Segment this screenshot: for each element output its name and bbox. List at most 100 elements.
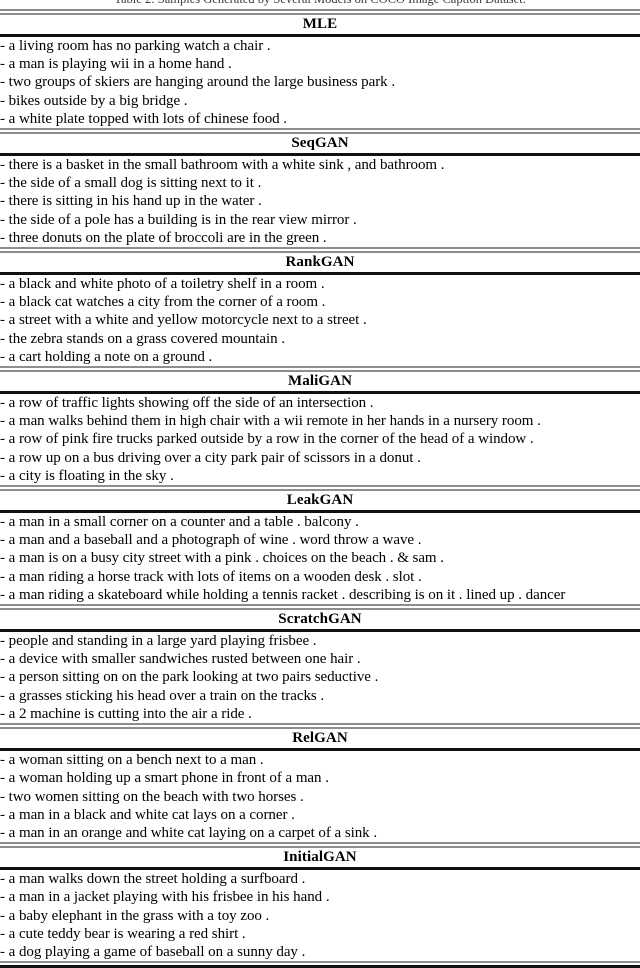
sample-text: - a woman sitting on a bench next to a m… [0,752,264,769]
sample-row: - a man in a black and white cat lays on… [0,806,640,824]
sample-row: - a woman sitting on a bench next to a m… [0,751,640,769]
sample-text: - a city is floating in the sky . [0,467,174,484]
sample-row: - there is a basket in the small bathroo… [0,156,640,174]
sample-text: - a row of pink fire trucks parked outsi… [0,431,534,448]
sample-text: - a man and a baseball and a photograph … [0,532,422,549]
section-header-initialgan: InitialGAN [283,849,357,866]
sample-row: - a baby elephant in the grass with a to… [0,907,640,925]
section-header-row: MLE [0,15,640,34]
sample-row: - a city is floating in the sky . [0,467,640,485]
section-header-mle: MLE [302,16,338,32]
sample-row: - a man in a jacket playing with his fri… [0,888,640,906]
sample-row: - a row of traffic lights showing off th… [0,394,640,412]
sample-row: - a man walks down the street holding a … [0,870,640,888]
sample-text: - a man in a jacket playing with his fri… [0,889,330,906]
section-header-row: MaliGAN [0,372,640,391]
sample-text: - a white plate topped with lots of chin… [0,110,288,127]
sample-text: - bikes outside by a big bridge . [0,92,188,109]
sample-row: - a cart holding a note on a ground . [0,348,640,366]
sample-text: - a row of traffic lights showing off th… [0,395,374,412]
sample-row: - a living room has no parking watch a c… [0,37,640,55]
sample-text: - a cute teddy bear is wearing a red shi… [0,925,246,942]
sample-row: - the side of a small dog is sitting nex… [0,174,640,192]
sample-text: - a man is playing wii in a home hand . [0,56,232,73]
sample-text: - the side of a pole has a building is i… [0,211,357,228]
sample-row: - a man is on a busy city street with a … [0,549,640,567]
sample-row: - a woman holding up a smart phone in fr… [0,769,640,787]
sample-text: - the side of a small dog is sitting nex… [0,175,262,192]
sample-row: - a man in a small corner on a counter a… [0,513,640,531]
section-header-row: LeakGAN [0,491,640,510]
sample-row: - a man riding a horse track with lots o… [0,568,640,586]
sample-text: - people and standing in a large yard pl… [0,633,317,650]
sample-row: - two groups of skiers are hanging aroun… [0,73,640,91]
sample-row: - a man is playing wii in a home hand . [0,55,640,73]
table-caption-container: Table 2: Samples Generated by Several Mo… [0,0,640,9]
sample-row: - three donuts on the plate of broccoli … [0,229,640,247]
sample-row: - a street with a white and yellow motor… [0,311,640,329]
sample-text: - a living room has no parking watch a c… [0,38,271,54]
section-header-row: InitialGAN [0,848,640,867]
sample-row: - a grasses sticking his head over a tra… [0,687,640,705]
sample-text: - a black cat watches a city from the co… [0,294,326,311]
sample-text: - a person sitting on on the park lookin… [0,669,379,686]
sample-row: - a row up on a bus driving over a city … [0,449,640,467]
sample-row: - a 2 machine is cutting into the air a … [0,705,640,723]
section-header-row: ScratchGAN [0,610,640,629]
sample-text: - a dog playing a game of baseball on a … [0,943,306,960]
sample-row: - a row of pink fire trucks parked outsi… [0,430,640,448]
sample-row: - a man in an orange and white cat layin… [0,824,640,842]
sample-row: - a person sitting on on the park lookin… [0,668,640,686]
sample-row: - a man riding a skateboard while holdin… [0,586,640,604]
sample-row: - a man and a baseball and a photograph … [0,531,640,549]
sample-row: - there is sitting in his hand up in the… [0,192,640,210]
sample-text: - a woman holding up a smart phone in fr… [0,770,329,787]
table-caption: Table 2: Samples Generated by Several Mo… [0,0,640,7]
sample-text: - there is a basket in the small bathroo… [0,157,445,174]
sample-text: - a device with smaller sandwiches ruste… [0,651,361,668]
sample-text: - two groups of skiers are hanging aroun… [0,74,396,91]
sample-row: - the side of a pole has a building is i… [0,211,640,229]
sample-row: - people and standing in a large yard pl… [0,632,640,650]
section-header-seqgan: SeqGAN [291,135,349,152]
section-header-rankgan: RankGAN [285,254,355,271]
sample-text: - a street with a white and yellow motor… [0,312,367,329]
sample-row: - a cute teddy bear is wearing a red shi… [0,925,640,943]
sample-row: - two women sitting on the beach with tw… [0,788,640,806]
sample-text: - a man riding a horse track with lots o… [0,568,422,585]
section-header-relgan: RelGAN [292,730,348,747]
sample-text: - a black and white photo of a toiletry … [0,276,325,293]
sample-row: - a dog playing a game of baseball on a … [0,943,640,961]
sample-row: - a man walks behind them in high chair … [0,412,640,430]
section-header-row: RelGAN [0,729,640,748]
sample-row: - a device with smaller sandwiches ruste… [0,650,640,668]
sample-text: - a man riding a skateboard while holdin… [0,586,566,603]
sample-row: - a black and white photo of a toiletry … [0,275,640,293]
section-header-maligan: MaliGAN [287,373,353,390]
sample-text: - a row up on a bus driving over a city … [0,449,421,466]
sample-text: - a man in a small corner on a counter a… [0,514,359,531]
sample-text: - a man in an orange and white cat layin… [0,824,378,841]
section-header-leakgan: LeakGAN [286,492,354,509]
section-header-row: RankGAN [0,253,640,272]
sample-text: - two women sitting on the beach with tw… [0,788,304,805]
sample-text: - a man walks behind them in high chair … [0,413,541,430]
sample-row: - the zebra stands on a grass covered mo… [0,330,640,348]
sample-row: - a black cat watches a city from the co… [0,293,640,311]
sample-text: - a cart holding a note on a ground . [0,348,213,365]
sample-text: - three donuts on the plate of broccoli … [0,229,327,246]
generated-samples-table: MLE - a living room has no parking watch … [0,9,640,968]
sample-text: - there is sitting in his hand up in the… [0,193,262,210]
sample-text: - a 2 machine is cutting into the air a … [0,705,252,722]
sample-row: - a white plate topped with lots of chin… [0,110,640,128]
table-body: MLE - a living room has no parking watch … [0,9,640,968]
sample-text: - a baby elephant in the grass with a to… [0,907,270,924]
sample-text: - a grasses sticking his head over a tra… [0,687,325,704]
section-header-row: SeqGAN [0,134,640,153]
sample-text: - the zebra stands on a grass covered mo… [0,330,286,347]
sample-text: - a man is on a busy city street with a … [0,550,444,567]
sample-text: - a man walks down the street holding a … [0,871,306,888]
sample-row: - bikes outside by a big bridge . [0,92,640,110]
section-header-scratchgan: ScratchGAN [278,611,362,628]
sample-text: - a man in a black and white cat lays on… [0,806,295,823]
